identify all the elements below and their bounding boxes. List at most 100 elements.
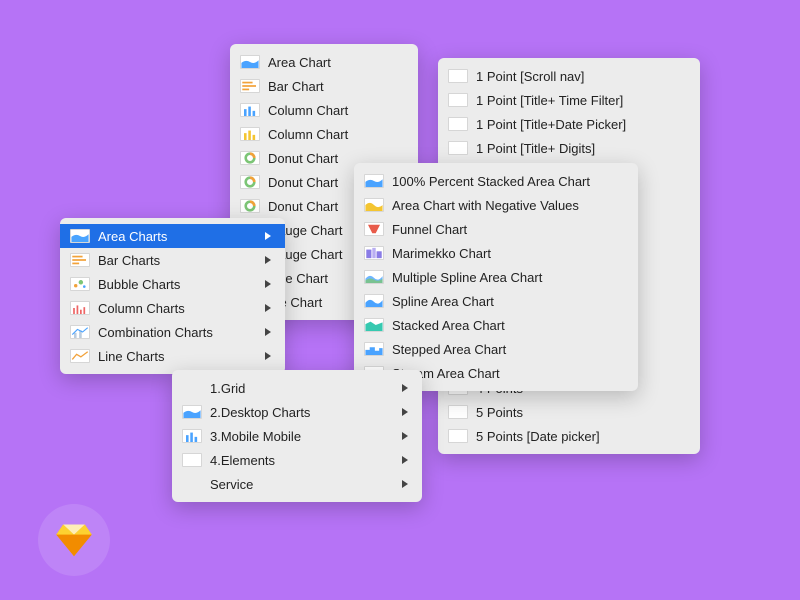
- menu-item[interactable]: Area Chart: [230, 50, 418, 74]
- combination-chart-icon: [70, 325, 90, 339]
- submenu-arrow-icon: [265, 280, 271, 288]
- blank-icon: [448, 405, 468, 419]
- menu-item[interactable]: 5 Points [Date picker]: [438, 424, 700, 448]
- donut-chart-icon: [240, 175, 260, 189]
- menu-item-bubble-charts[interactable]: Bubble Charts: [60, 272, 285, 296]
- menu-item-label: 4.Elements: [210, 453, 386, 468]
- column-chart-icon: [182, 429, 202, 443]
- menu-item-label: Line Charts: [98, 349, 249, 364]
- menu-item-label: Bar Charts: [98, 253, 249, 268]
- menu-item[interactable]: Area Chart with Negative Values: [354, 193, 638, 217]
- menu-item-service[interactable]: Service: [172, 472, 422, 496]
- menu-item[interactable]: Column Chart: [230, 122, 418, 146]
- menu-item-label: Funnel Chart: [392, 222, 624, 237]
- submenu-arrow-icon: [402, 480, 408, 488]
- menu-item[interactable]: Bar Chart: [230, 74, 418, 98]
- line-chart-icon: [70, 349, 90, 363]
- menu-item-label: Area Chart with Negative Values: [392, 198, 624, 213]
- submenu-arrow-icon: [265, 304, 271, 312]
- menu-item-label: Stacked Area Chart: [392, 318, 624, 333]
- menu-item-desktop-charts[interactable]: 2.Desktop Charts: [172, 400, 422, 424]
- menu-item-label: 1 Point [Title+Date Picker]: [476, 117, 686, 132]
- bar-chart-icon: [240, 79, 260, 93]
- menu-item-area-charts[interactable]: Area Charts: [60, 224, 285, 248]
- menu-item-combination-charts[interactable]: Combination Charts: [60, 320, 285, 344]
- menu-item-label: 1 Point [Scroll nav]: [476, 69, 686, 84]
- menu-item[interactable]: Column Chart: [230, 98, 418, 122]
- donut-chart-icon: [240, 151, 260, 165]
- menu-item[interactable]: 5 Points: [438, 400, 700, 424]
- chart-categories-panel: Area Charts Bar Charts Bubble Charts Col…: [60, 218, 285, 374]
- menu-item-column-charts[interactable]: Column Charts: [60, 296, 285, 320]
- menu-item[interactable]: 1 Point [Title+ Digits]: [438, 136, 700, 160]
- area-chart-icon: [240, 55, 260, 69]
- blank-icon: [448, 69, 468, 83]
- menu-item-label: Bubble Charts: [98, 277, 249, 292]
- menu-item-mobile[interactable]: 3.Mobile Mobile: [172, 424, 422, 448]
- menu-item-label: Service: [210, 477, 386, 492]
- spline-area-icon: [364, 294, 384, 308]
- submenu-arrow-icon: [265, 256, 271, 264]
- menu-item-elements[interactable]: 4.Elements: [172, 448, 422, 472]
- menu-item-label: 3.Mobile Mobile: [210, 429, 386, 444]
- blank-icon: [448, 141, 468, 155]
- marimekko-chart-icon: [364, 246, 384, 260]
- menu-item-label: 2.Desktop Charts: [210, 405, 386, 420]
- blank-icon: [448, 93, 468, 107]
- stepped-area-icon: [364, 342, 384, 356]
- submenu-arrow-icon: [402, 408, 408, 416]
- menu-item[interactable]: Stacked Area Chart: [354, 313, 638, 337]
- menu-item[interactable]: 1 Point [Title+Date Picker]: [438, 112, 700, 136]
- menu-item-label: Bar Chart: [268, 79, 404, 94]
- menu-item-label: 5 Points [Date picker]: [476, 429, 686, 444]
- donut-chart-icon: [240, 199, 260, 213]
- area-charts-submenu-panel: 100% Percent Stacked Area Chart Area Cha…: [354, 163, 638, 391]
- submenu-arrow-icon: [402, 456, 408, 464]
- menu-item-label: 100% Percent Stacked Area Chart: [392, 174, 624, 189]
- menu-item-label: Stepped Area Chart: [392, 342, 624, 357]
- menu-item[interactable]: Multiple Spline Area Chart: [354, 265, 638, 289]
- menu-item-label: 1.Grid: [210, 381, 386, 396]
- root-menu-panel: 1.Grid 2.Desktop Charts 3.Mobile Mobile …: [172, 370, 422, 502]
- column-chart-icon: [240, 127, 260, 141]
- submenu-arrow-icon: [265, 232, 271, 240]
- menu-item-line-charts[interactable]: Line Charts: [60, 344, 285, 368]
- submenu-arrow-icon: [265, 352, 271, 360]
- area-chart-icon: [182, 405, 202, 419]
- menu-item-label: Marimekko Chart: [392, 246, 624, 261]
- blank-icon: [448, 117, 468, 131]
- menu-item[interactable]: Funnel Chart: [354, 217, 638, 241]
- submenu-arrow-icon: [402, 432, 408, 440]
- funnel-chart-icon: [364, 222, 384, 236]
- menu-item[interactable]: Stepped Area Chart: [354, 337, 638, 361]
- menu-item-label: Column Charts: [98, 301, 249, 316]
- menu-item-grid[interactable]: 1.Grid: [172, 376, 422, 400]
- menu-item-label: Area Chart: [268, 55, 404, 70]
- menu-item-label: Multiple Spline Area Chart: [392, 270, 624, 285]
- blank-icon: [182, 453, 202, 467]
- menu-item-label: Area Charts: [98, 229, 249, 244]
- stacked-area-icon: [364, 174, 384, 188]
- menu-item-label: 1 Point [Title+ Digits]: [476, 141, 686, 156]
- sketch-diamond-icon: [55, 523, 93, 557]
- submenu-arrow-icon: [265, 328, 271, 336]
- area-chart-icon: [70, 229, 90, 243]
- menu-item[interactable]: 1 Point [Title+ Time Filter]: [438, 88, 700, 112]
- bar-chart-icon: [70, 253, 90, 267]
- sketch-badge: [38, 504, 110, 576]
- menu-item[interactable]: 1 Point [Scroll nav]: [438, 64, 700, 88]
- menu-item-label: 5 Points: [476, 405, 686, 420]
- menu-item[interactable]: Spline Area Chart: [354, 289, 638, 313]
- area-negative-icon: [364, 198, 384, 212]
- menu-item-label: Column Chart: [268, 127, 404, 142]
- menu-item-bar-charts[interactable]: Bar Charts: [60, 248, 285, 272]
- menu-item-label: 1 Point [Title+ Time Filter]: [476, 93, 686, 108]
- menu-item[interactable]: 100% Percent Stacked Area Chart: [354, 169, 638, 193]
- menu-item[interactable]: Marimekko Chart: [354, 241, 638, 265]
- menu-item-label: Spline Area Chart: [392, 294, 624, 309]
- stacked-area-icon: [364, 318, 384, 332]
- menu-item-label: Column Chart: [268, 103, 404, 118]
- column-chart-icon: [70, 301, 90, 315]
- bubble-chart-icon: [70, 277, 90, 291]
- menu-item-label: Combination Charts: [98, 325, 249, 340]
